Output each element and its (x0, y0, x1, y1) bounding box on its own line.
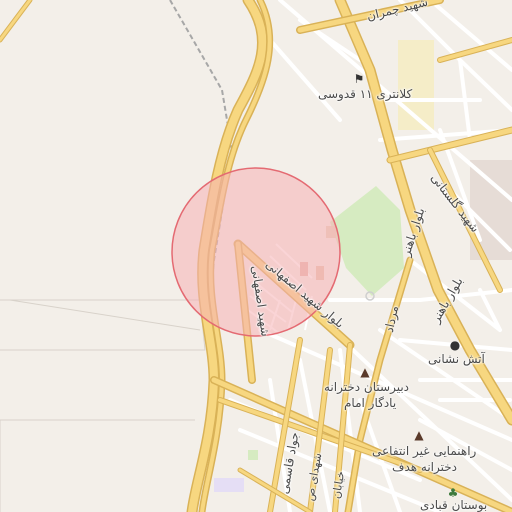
fire-station-label: آتش نشانی (428, 352, 485, 366)
school-icon[interactable]: ▲ (412, 428, 426, 442)
school-label-rahnamaei: راهنمایی غیر انتفاعی (372, 444, 477, 458)
school-label-dabirestan: دبیرستان دخترانه (324, 380, 409, 394)
school-icon[interactable]: ▲ (358, 365, 372, 379)
school-label-rahnamaei-2: دخترانه هدف (392, 460, 457, 474)
fire-station-icon[interactable]: ● (448, 338, 462, 352)
map-view[interactable]: شهید چمران کلانتری ۱۱ قدوسی شهید گلستانی… (0, 0, 512, 512)
park-label-boostan: بوستان قبادی (420, 498, 488, 512)
police-station-icon[interactable]: ⚑ (352, 72, 366, 86)
school-label-dabirestan-2: یادگار امام (344, 396, 397, 410)
map-base-layer (0, 0, 512, 512)
police-station-label: کلانتری ۱۱ قدوسی (318, 87, 413, 101)
